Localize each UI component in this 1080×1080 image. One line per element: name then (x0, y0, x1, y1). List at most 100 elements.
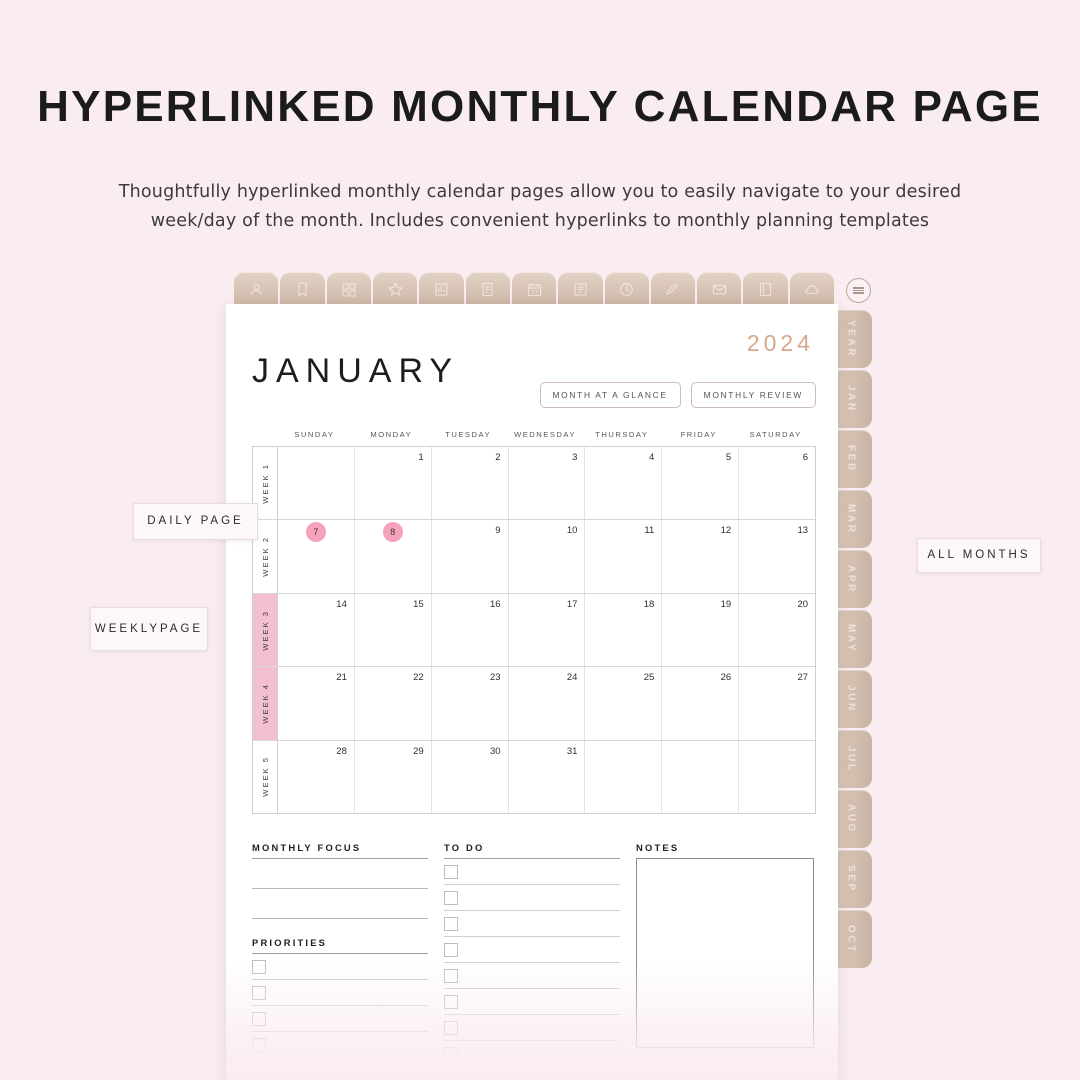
calendar-day-cell-14[interactable]: 14 (278, 593, 355, 667)
priorities-heading: PRIORITIES (252, 937, 328, 948)
calendar-page: 2024 JANUARY MONTH AT A GLANCE MONTHLY RE… (226, 304, 838, 1080)
todo-column: TO DO (444, 842, 620, 1067)
weekday-header-friday: FRIDAY (680, 430, 717, 439)
calendar-day-cell-26[interactable]: 26 (662, 667, 740, 740)
priority-row[interactable] (252, 954, 428, 980)
todo-row[interactable] (444, 859, 620, 885)
priority-row[interactable] (252, 1006, 428, 1032)
day-number: 20 (797, 598, 809, 610)
priority-row[interactable] (252, 1032, 428, 1058)
todo-row[interactable] (444, 885, 620, 911)
calendar-day-cell-12[interactable]: 12 (662, 520, 740, 593)
calendar-day-cell-13[interactable]: 13 (739, 520, 815, 592)
checkbox[interactable] (444, 1046, 458, 1061)
checkbox[interactable] (444, 994, 458, 1009)
todo-row[interactable] (444, 1041, 620, 1067)
link-button-month-at-a-glance[interactable]: MONTH AT A GLANCE (539, 382, 681, 408)
day-number: 13 (797, 525, 809, 537)
envelope-icon (712, 284, 726, 295)
bookmark-icon (298, 281, 307, 297)
calendar-day-cell-7[interactable]: 7 (278, 520, 355, 593)
checkbox[interactable] (252, 985, 266, 1000)
top-tab-note[interactable] (465, 272, 510, 306)
top-tab-clock[interactable] (604, 272, 649, 306)
top-tab-grid[interactable] (326, 272, 371, 306)
calendar-day-cell-8[interactable]: 8 (355, 520, 432, 593)
todo-row[interactable] (444, 937, 620, 963)
calendar-day-cell-20[interactable]: 20 (739, 594, 815, 666)
week-label-week-3[interactable]: WEEK 3 (253, 593, 278, 667)
checkbox[interactable] (444, 890, 458, 905)
monthly-focus-line[interactable] (252, 859, 428, 889)
calendar-day-cell-23[interactable]: 23 (432, 667, 509, 740)
day-number: 1 (418, 452, 424, 463)
calendar-day-cell-2[interactable]: 2 (432, 447, 509, 520)
top-tab-cloud[interactable] (789, 272, 835, 306)
todo-heading: TO DO (444, 842, 485, 853)
checkbox[interactable] (444, 916, 458, 931)
calendar-day-cell-16[interactable]: 16 (432, 593, 509, 667)
calendar-day-cell-18[interactable]: 18 (585, 593, 663, 667)
todo-row[interactable] (444, 911, 620, 937)
calendar-day-cell-24[interactable]: 24 (509, 667, 586, 740)
calendar-day-cell-22[interactable]: 22 (355, 667, 432, 740)
hamburger-menu-icon[interactable] (846, 278, 871, 303)
month-tab-label: YEAR (845, 319, 857, 359)
calendar-day-cell-5[interactable]: 5 (662, 447, 740, 520)
week-label-week-5[interactable]: WEEK 5 (253, 740, 278, 814)
top-tab-list[interactable] (558, 272, 603, 306)
top-tab-calendar[interactable] (511, 272, 557, 306)
calendar-day-cell-29[interactable]: 29 (355, 740, 432, 814)
calendar-day-cell-6[interactable]: 6 (739, 447, 815, 519)
priority-row[interactable] (252, 980, 428, 1006)
calendar-week-row: WEEK 5 28 29 30 31 (253, 740, 815, 814)
calendar-day-cell-4[interactable]: 4 (585, 447, 663, 520)
top-tab-strip (234, 272, 835, 308)
calendar-day-cell-3[interactable]: 3 (509, 447, 586, 520)
calendar-day-cell-19[interactable]: 19 (662, 593, 740, 667)
cloud-icon (805, 284, 819, 294)
notes-box[interactable] (636, 858, 814, 1048)
link-button-monthly-review[interactable]: MONTHLY REVIEW (690, 382, 816, 408)
top-tab-star[interactable] (372, 272, 418, 306)
checkbox[interactable] (444, 1020, 458, 1035)
calendar-day-cell-15[interactable]: 15 (355, 593, 432, 667)
monthly-focus-line[interactable] (252, 889, 428, 919)
top-tab-pencil[interactable] (650, 272, 696, 306)
top-tab-chart[interactable] (419, 272, 464, 306)
calendar-day-cell-10[interactable]: 10 (509, 520, 586, 593)
top-tab-person[interactable] (234, 272, 279, 306)
weekday-header-thursday: THURSDAY (595, 430, 649, 439)
month-tab-label: APR (845, 564, 857, 594)
checkbox[interactable] (252, 959, 266, 974)
checkbox[interactable] (444, 968, 458, 983)
calendar-day-cell-21[interactable]: 21 (278, 667, 355, 740)
calendar-day-cell-27[interactable]: 27 (739, 667, 815, 739)
calendar-day-cell-25[interactable]: 25 (585, 667, 663, 740)
checkbox[interactable] (252, 1011, 266, 1026)
checkbox[interactable] (444, 942, 458, 957)
top-tab-bookmark[interactable] (280, 272, 325, 306)
calendar-day-cell-11[interactable]: 11 (585, 520, 663, 593)
calendar-day-cell-28[interactable]: 28 (278, 740, 355, 814)
calendar-day-cell-9[interactable]: 9 (432, 520, 509, 593)
priorities-list (252, 954, 428, 1058)
todo-row[interactable] (444, 1015, 620, 1041)
day-number: 3 (572, 452, 578, 463)
calendar-day-cell-31[interactable]: 31 (509, 740, 586, 814)
month-tab-label: JAN (845, 385, 857, 413)
checkbox[interactable] (252, 1037, 266, 1052)
todo-row[interactable] (444, 989, 620, 1015)
day-number: 2 (495, 452, 501, 463)
checkbox[interactable] (444, 864, 458, 879)
calendar-day-cell-1[interactable]: 1 (355, 447, 432, 520)
calendar-day-cell-30[interactable]: 30 (432, 740, 509, 814)
week-label-text: WEEK 2 (260, 536, 270, 577)
top-tab-envelope[interactable] (697, 272, 742, 306)
top-tab-book[interactable] (743, 272, 788, 306)
calendar-day-cell-17[interactable]: 17 (509, 593, 586, 667)
month-tab-label: FEB (845, 445, 857, 473)
todo-row[interactable] (444, 963, 620, 989)
week-label-week-4[interactable]: WEEK 4 (253, 667, 278, 740)
